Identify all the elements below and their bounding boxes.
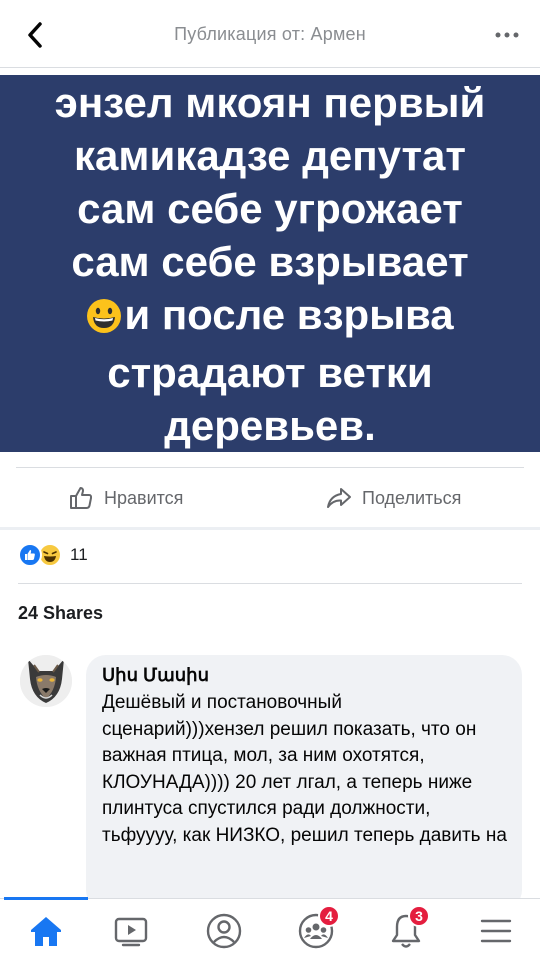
comment-bubble[interactable]: Սիս Մասիս Дешёвый и постановочный сценар…	[86, 655, 522, 910]
like-button[interactable]: Нравится	[68, 484, 183, 512]
top-header: Публикация от: Армен	[0, 0, 540, 68]
nav-profile[interactable]	[200, 909, 248, 953]
thumbs-up-icon	[70, 487, 93, 509]
comment-author[interactable]: Սիս Մասիս	[102, 665, 508, 686]
nav-menu[interactable]	[472, 909, 520, 953]
nav-notifications[interactable]: 3	[382, 905, 430, 953]
divider	[0, 527, 540, 530]
post-line: камикадзе депутат	[74, 131, 466, 179]
share-arrow-icon	[327, 488, 351, 508]
notifications-badge: 3	[408, 905, 430, 927]
post-line: и после взрыва	[124, 290, 454, 338]
profile-icon	[206, 913, 242, 949]
active-tab-indicator	[4, 897, 88, 900]
bottom-nav: 4 3	[0, 897, 540, 960]
video-icon	[114, 917, 148, 947]
post-text-banner: энзел мкоян первый камикадзе депутат сам…	[0, 75, 540, 452]
header-title: Публикация от: Армен	[174, 24, 366, 44]
post-line: сам себе угрожает	[77, 184, 463, 232]
post-line-with-emoji: и после взрыва	[20, 288, 520, 346]
reaction-count: 11	[70, 545, 88, 564]
reaction-icons	[18, 543, 64, 567]
groups-badge: 4	[318, 905, 340, 927]
nav-home[interactable]	[22, 909, 70, 953]
post-line: деревьев.	[164, 401, 376, 449]
nav-groups[interactable]: 4	[292, 905, 340, 953]
post-line: энзел мкоян первый	[54, 78, 486, 126]
menu-icon	[480, 919, 512, 943]
commenter-avatar[interactable]	[20, 655, 72, 707]
grinning-face-icon	[86, 293, 122, 346]
nav-watch[interactable]	[107, 909, 155, 953]
post-text: энзел мкоян первый камикадзе депутат сам…	[20, 76, 520, 452]
reactions-summary[interactable]: 11	[18, 540, 88, 570]
comment-text: Дешёвый и постановочный сценарий)))хензе…	[102, 692, 507, 846]
share-label: Поделиться	[362, 487, 462, 508]
post-actions: Нравится Поделиться	[16, 467, 524, 527]
post-line: сам себе взрывает	[71, 237, 469, 285]
more-options-button[interactable]	[492, 20, 522, 50]
home-icon	[31, 917, 61, 946]
more-dots-icon	[495, 32, 519, 38]
post-line: страдают ветки	[107, 348, 433, 396]
divider	[18, 583, 522, 584]
share-button[interactable]: Поделиться	[326, 484, 461, 512]
like-reaction-icon	[18, 543, 42, 567]
wolf-avatar-icon	[20, 655, 72, 707]
like-label: Нравится	[104, 487, 184, 508]
shares-count[interactable]: 24 Shares	[18, 603, 103, 624]
